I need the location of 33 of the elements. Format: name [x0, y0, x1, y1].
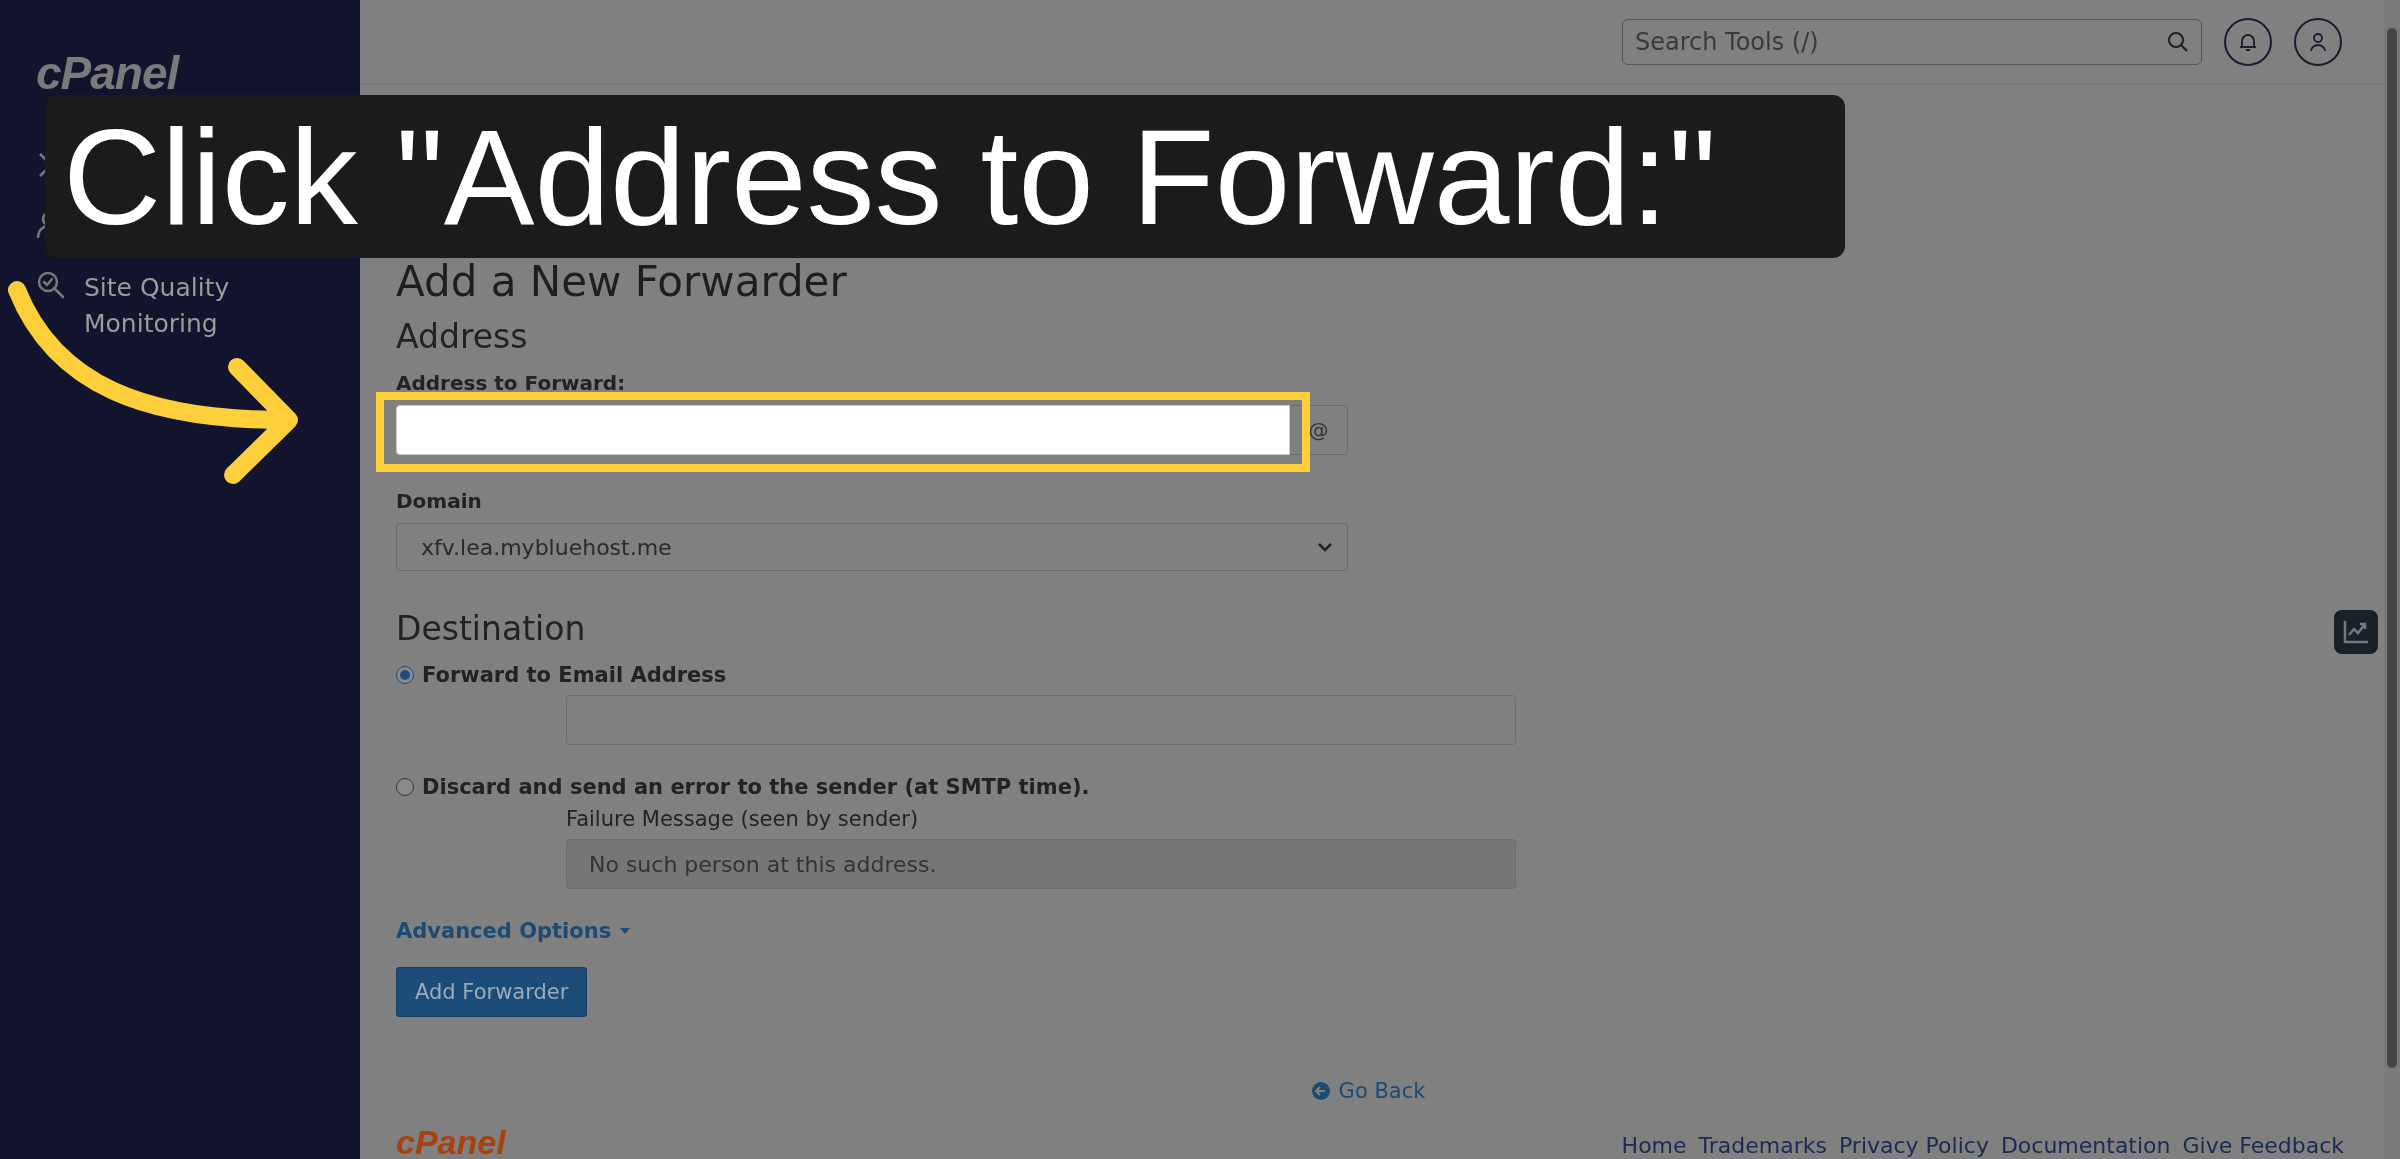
radio-label[interactable]: Discard and send an error to the sender (at SMTP time). [422, 775, 1090, 799]
advanced-options-link[interactable]: Advanced Options [396, 919, 632, 943]
caret-icon [619, 927, 632, 935]
chevron-down-icon [1317, 541, 1333, 553]
section-heading: Address [396, 317, 528, 357]
sidebar-item[interactable]: Site Quality Monitoring [84, 270, 284, 342]
user-icon [2307, 30, 2329, 53]
footer-link[interactable]: Give Feedback [2182, 1133, 2344, 1159]
field-label: Failure Message (seen by sender) [566, 807, 920, 831]
footer-link[interactable]: Trademarks [1698, 1133, 1827, 1159]
section-heading: Add a New Forwarder [396, 257, 847, 307]
tutorial-caption: Click "Address to Forward:" [45, 95, 1845, 258]
footer-link[interactable]: Home [1621, 1133, 1687, 1159]
section-heading: Destination [396, 609, 586, 649]
footer-link[interactable]: Privacy Policy [1838, 1133, 1989, 1159]
domain-select[interactable]: xfv.lea.mybluehost.me [396, 523, 1348, 571]
footer-link[interactable]: Documentation [2000, 1133, 2171, 1159]
radio-button[interactable] [396, 666, 414, 684]
user-button[interactable] [2294, 17, 2342, 66]
field-label: Address to Forward: [396, 371, 627, 395]
cpanel-logo: cPanel [396, 1125, 506, 1159]
radio-label[interactable]: Forward to Email Address [422, 663, 727, 687]
add-forwarder-button[interactable]: Add Forwarder [396, 967, 588, 1017]
at-addon: @ [1290, 405, 1348, 455]
scrollbar[interactable] [2384, 0, 2400, 1159]
search-field[interactable]: Search Tools (/) [1622, 18, 2202, 65]
address-input-field[interactable] [396, 405, 1290, 455]
chart-icon[interactable] [2334, 610, 2378, 654]
radio-button[interactable] [396, 778, 414, 796]
notifications-button[interactable] [2224, 17, 2272, 66]
go-back-link[interactable]: Go Back [1310, 1079, 1426, 1103]
search-icon [2166, 29, 2190, 54]
field-label: Domain [396, 489, 483, 513]
